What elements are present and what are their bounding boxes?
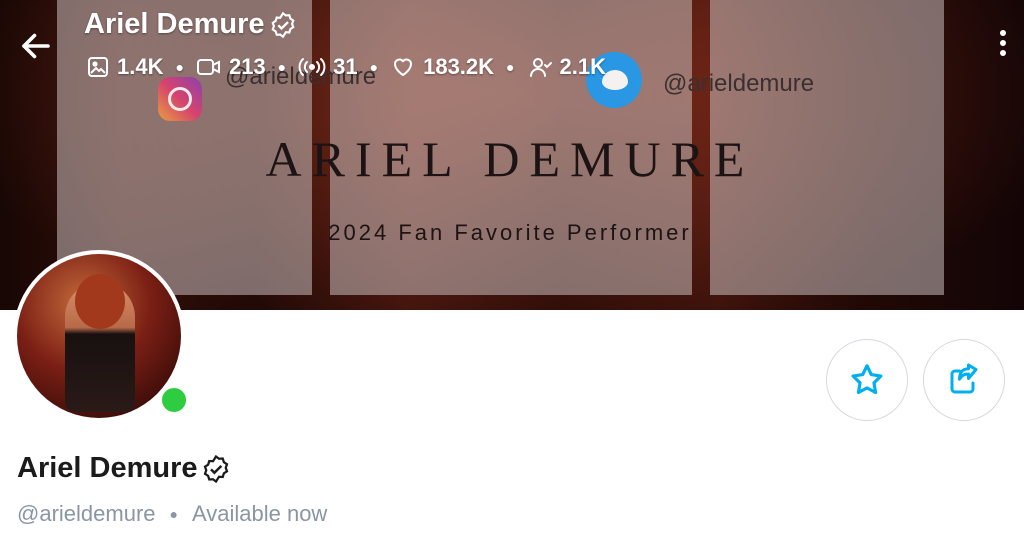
heart-icon xyxy=(394,58,413,76)
meta-separator: ● xyxy=(169,506,178,522)
stat-separator: ● xyxy=(506,59,515,75)
online-status-indicator xyxy=(158,384,190,416)
stat-separator: ● xyxy=(369,59,379,75)
header-name: Ariel Demure xyxy=(84,8,265,40)
star-icon xyxy=(851,364,883,395)
more-vertical-icon xyxy=(1000,30,1008,56)
banner-title: ARIEL DEMURE xyxy=(265,131,755,187)
avatar-image xyxy=(17,254,181,418)
back-arrow-icon xyxy=(22,33,50,59)
stat-videos: 213 xyxy=(196,54,266,80)
top-bar: Ariel Demure 1.4K ● 213 ● 31 ● 183.2K ● … xyxy=(0,0,1024,95)
stat-photos-count: 1.4K xyxy=(117,54,164,79)
image-icon xyxy=(88,57,108,77)
stat-likes-count: 183.2K xyxy=(423,54,495,79)
profile-display-name: Ariel Demure xyxy=(17,452,198,484)
verified-badge-icon xyxy=(203,454,228,483)
stat-fans: 2.1K xyxy=(527,54,606,80)
profile-username: @arieldemure xyxy=(17,501,156,526)
back-button[interactable] xyxy=(18,28,54,64)
stat-separator: ● xyxy=(277,59,287,75)
verified-badge-icon xyxy=(270,11,295,38)
avatar-hair xyxy=(75,274,125,329)
avatar[interactable] xyxy=(13,250,190,422)
stat-fans-count: 2.1K xyxy=(559,54,606,79)
stat-photos: 1.4K xyxy=(86,54,163,80)
availability-status: Available now xyxy=(191,501,328,526)
share-icon xyxy=(950,363,978,394)
profile-name: Ariel Demure xyxy=(17,452,231,485)
more-options-button[interactable] xyxy=(1000,30,1008,60)
stream-icon xyxy=(298,58,326,76)
header-stats: 1.4K ● 213 ● 31 ● 183.2K ● 2.1K xyxy=(86,54,606,80)
stat-streams-count: 31 xyxy=(333,54,358,79)
add-to-favorites-button[interactable] xyxy=(826,339,908,421)
stat-streams: 31 xyxy=(298,54,358,80)
stat-separator: ● xyxy=(175,59,184,75)
profile-meta: @arieldemure ● Available now xyxy=(17,501,327,527)
video-icon xyxy=(196,59,220,75)
stat-likes: 183.2K xyxy=(390,54,494,80)
stat-videos-count: 213 xyxy=(228,54,266,79)
header-title: Ariel Demure xyxy=(84,8,297,41)
fans-icon xyxy=(529,58,552,77)
banner-subtitle: 2024 Fan Favorite Performer xyxy=(328,220,692,245)
share-button[interactable] xyxy=(923,339,1005,421)
